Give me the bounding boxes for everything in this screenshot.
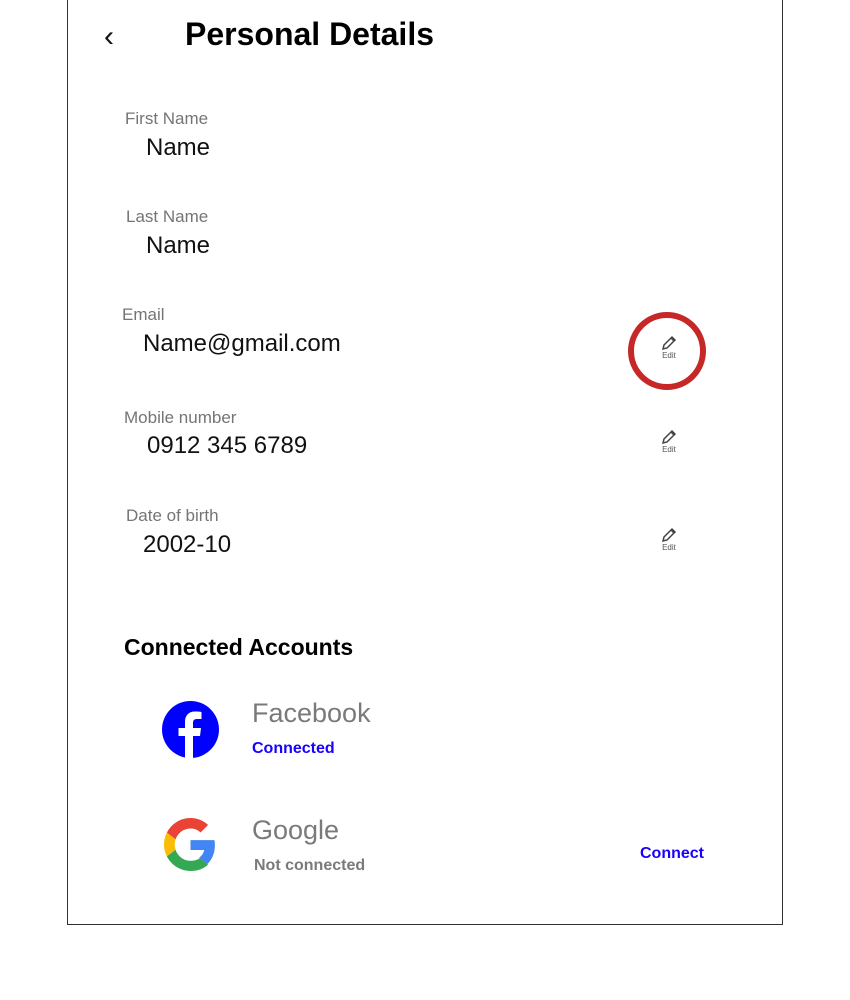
email-label: Email (122, 305, 165, 324)
google-name: Google (252, 815, 340, 845)
edit-label: Edit (662, 543, 676, 552)
edit-mobile-button[interactable]: Edit (654, 428, 684, 454)
email-value: Name@gmail.com (143, 330, 341, 357)
back-button[interactable]: ‹ (104, 20, 114, 54)
google-connect-button[interactable]: Connect (640, 845, 704, 863)
pencil-icon (661, 527, 677, 543)
edit-email-button[interactable]: Edit (654, 334, 684, 360)
pencil-icon (661, 335, 677, 351)
edit-label: Edit (662, 445, 676, 454)
last-name-label: Last Name (126, 207, 209, 226)
mobile-value: 0912 345 6789 (147, 432, 308, 459)
edit-label: Edit (662, 351, 676, 360)
facebook-icon (162, 701, 219, 758)
last-name-value: Name (146, 232, 211, 259)
dob-value: 2002-10 (143, 531, 232, 558)
page-title: Personal Details (185, 16, 434, 52)
connected-accounts-title: Connected Accounts (124, 634, 354, 660)
mobile-label: Mobile number (124, 408, 237, 427)
pencil-icon (661, 429, 677, 445)
dob-label: Date of birth (126, 506, 219, 525)
first-name-label: First Name (125, 109, 209, 128)
facebook-name: Facebook (252, 698, 371, 728)
first-name-value: Name (146, 134, 211, 161)
google-status: Not connected (254, 857, 366, 874)
edit-dob-button[interactable]: Edit (654, 526, 684, 552)
google-icon (164, 818, 215, 871)
facebook-status: Connected (252, 740, 335, 757)
